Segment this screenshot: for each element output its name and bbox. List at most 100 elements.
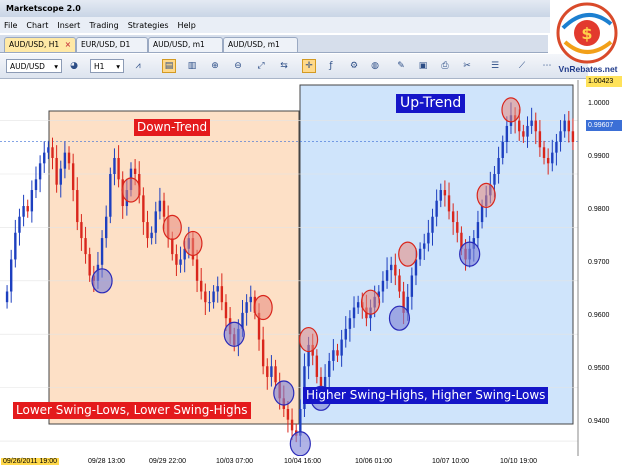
- candle-body: [133, 168, 137, 174]
- candle-body: [418, 248, 422, 260]
- layout-icon[interactable]: ☰: [488, 59, 502, 73]
- zoom-in-icon[interactable]: ⊕: [208, 59, 222, 73]
- timeframe-value: H1: [94, 62, 105, 71]
- draw-line-icon[interactable]: ⟋: [515, 59, 529, 73]
- downtrend-caption: Lower Swing-Lows, Lower Swing-Highs: [13, 402, 251, 419]
- tab-audusd-m1-second[interactable]: AUD/USD, m1: [223, 37, 298, 52]
- candle-body: [423, 243, 426, 249]
- image-icon[interactable]: ▣: [416, 59, 430, 73]
- close-icon[interactable]: ×: [65, 38, 71, 52]
- candle-body: [109, 174, 112, 217]
- candle-body: [501, 141, 504, 158]
- candle-body: [439, 190, 442, 201]
- downtrend-zone: [48, 110, 300, 425]
- candle-body: [389, 264, 393, 271]
- tab-eurusd-d1[interactable]: EUR/USD, D1: [76, 37, 148, 52]
- candle-body: [47, 147, 50, 153]
- candle-body: [394, 264, 397, 276]
- tab-audusd-m1[interactable]: AUD/USD, m1: [148, 37, 223, 52]
- price-tick: 0.9900: [588, 153, 610, 160]
- candle-body: [505, 125, 509, 142]
- fit-icon[interactable]: ⤢: [254, 59, 268, 73]
- candle-body: [534, 120, 537, 132]
- timeframe-select[interactable]: H1 ▾: [90, 59, 124, 73]
- menu-insert[interactable]: Insert: [57, 21, 80, 30]
- candle-body: [456, 222, 459, 233]
- crosshair-icon[interactable]: ✛: [302, 59, 316, 73]
- candle-body: [51, 147, 54, 158]
- bars-icon[interactable]: ▥: [185, 59, 199, 73]
- chevron-down-icon: ▾: [54, 62, 58, 71]
- candle-body: [530, 120, 533, 126]
- candle-body: [315, 355, 319, 377]
- tab-label: AUD/USD, H1: [9, 40, 60, 49]
- tools-icon[interactable]: ✂: [460, 59, 474, 73]
- swing-high-circle: [501, 97, 521, 123]
- tab-label: AUD/USD, m1: [228, 40, 280, 49]
- indicator-icon[interactable]: ƒ: [324, 59, 338, 73]
- candle-body: [175, 254, 178, 265]
- candle-body: [526, 125, 529, 137]
- candle-body: [356, 302, 360, 308]
- price-tick: 0.9700: [588, 259, 610, 266]
- time-tick: 10/06 01:00: [355, 458, 392, 465]
- menu-bar: File Chart Insert Trading Strategies Hel…: [0, 17, 550, 33]
- price-axis: 1.00423 1.0000 0.99607 0.9900 0.9800 0.9…: [583, 76, 624, 455]
- swing-high-circle: [476, 182, 496, 208]
- candle-body: [100, 238, 104, 265]
- time-tick: 10/04 16:00: [284, 458, 321, 465]
- candle-body: [158, 200, 162, 212]
- candle-body: [30, 190, 34, 212]
- swing-high-circle: [253, 294, 273, 321]
- chart-tab-bar: AUD/USD, H1 × EUR/USD, D1 AUD/USD, m1 AU…: [0, 35, 548, 53]
- uptrend-zone: [299, 84, 574, 425]
- line-chart-icon[interactable]: ⩘: [131, 59, 145, 73]
- time-tick: 09/26/2011 19:00: [1, 458, 59, 465]
- symbol-select[interactable]: AUD/USD ▾: [6, 59, 62, 73]
- candle-body: [204, 291, 207, 303]
- candle-body: [9, 259, 13, 292]
- candle-body: [348, 318, 352, 329]
- candle-body: [117, 157, 120, 180]
- swing-low-circle: [289, 431, 311, 456]
- candles-icon[interactable]: ▤: [162, 59, 176, 73]
- price-tick: 1.0000: [588, 100, 610, 107]
- candle-body: [38, 163, 42, 180]
- candle-body: [55, 157, 58, 185]
- candle-body: [142, 195, 145, 223]
- globe-icon[interactable]: ◍: [368, 59, 382, 73]
- scroll-icon[interactable]: ⇆: [277, 59, 291, 73]
- print-icon[interactable]: ⎙: [438, 59, 452, 73]
- tab-label: AUD/USD, m1: [153, 40, 205, 49]
- strategy-icon[interactable]: ⚙: [347, 59, 361, 73]
- zoom-out-icon[interactable]: ⊖: [231, 59, 245, 73]
- candle-body: [274, 366, 277, 383]
- candle-body: [84, 238, 87, 255]
- candle-body: [555, 141, 558, 153]
- candle-body: [34, 179, 38, 191]
- tab-label: EUR/USD, D1: [81, 40, 131, 49]
- pencil-icon[interactable]: ✎: [394, 59, 408, 73]
- candle-body: [538, 131, 542, 148]
- time-tick: 09/29 22:00: [149, 458, 186, 465]
- candle-body: [286, 409, 290, 420]
- chart-type-icon[interactable]: ◕: [67, 59, 81, 73]
- time-axis: 09/26/2011 19:00 09/28 13:00 09/29 22:00…: [0, 456, 580, 471]
- candle-body: [104, 216, 108, 239]
- swing-high-circle: [162, 214, 182, 241]
- candle-body: [220, 286, 224, 303]
- candle-body: [80, 222, 83, 239]
- candle-body: [146, 222, 149, 239]
- candle-body: [171, 238, 174, 255]
- tab-audusd-h1[interactable]: AUD/USD, H1 ×: [4, 37, 76, 52]
- menu-chart[interactable]: Chart: [26, 21, 48, 30]
- candle-body: [480, 206, 484, 223]
- menu-help[interactable]: Help: [178, 21, 196, 30]
- candle-body: [43, 152, 46, 164]
- menu-strategies[interactable]: Strategies: [128, 21, 169, 30]
- menu-file[interactable]: File: [4, 21, 17, 30]
- swing-low-circle: [388, 305, 411, 331]
- menu-trading[interactable]: Trading: [89, 21, 118, 30]
- window-title-bar: Marketscope 2.0: [0, 0, 550, 17]
- candle-body: [476, 222, 480, 239]
